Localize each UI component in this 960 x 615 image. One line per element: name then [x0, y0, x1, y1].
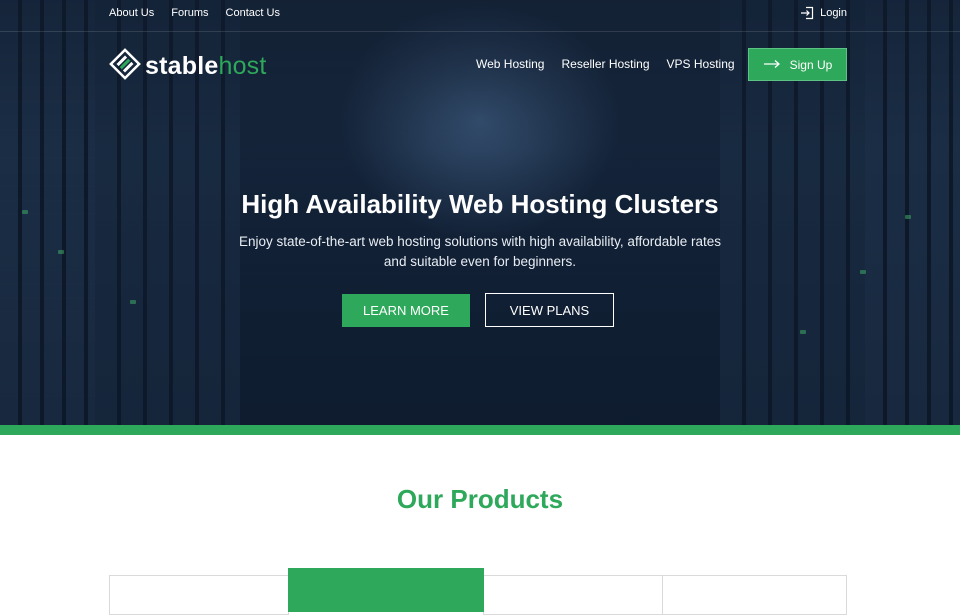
- hero-subtitle: Enjoy state-of-the-art web hosting solut…: [238, 234, 721, 269]
- nav-reseller-hosting[interactable]: Reseller Hosting: [561, 57, 649, 71]
- learn-more-button[interactable]: LEARN MORE: [342, 294, 470, 327]
- view-plans-button[interactable]: VIEW PLANS: [485, 293, 614, 327]
- sign-up-label: Sign Up: [789, 57, 833, 72]
- top-nav: About Us Forums Contact Us: [109, 7, 280, 19]
- top-bar: About Us Forums Contact Us Login: [0, 0, 960, 32]
- forums-link[interactable]: Forums: [171, 7, 208, 19]
- product-cards: [109, 568, 847, 615]
- server-light: [130, 300, 136, 304]
- brand-name-host: host: [218, 52, 267, 80]
- server-light: [860, 270, 866, 274]
- product-card-highlighted[interactable]: [288, 568, 484, 612]
- hero-title: High Availability Web Hosting Clusters: [241, 189, 719, 219]
- brand-name-stable: stable: [145, 52, 219, 80]
- hero-section: About Us Forums Contact Us Login stableh…: [0, 0, 960, 425]
- login-label: Login: [820, 7, 847, 19]
- product-card[interactable]: [483, 575, 663, 615]
- server-light: [800, 330, 806, 334]
- main-nav: Web Hosting Reseller Hosting VPS Hosting: [476, 57, 735, 71]
- main-header: stablehost Web Hosting Reseller Hosting …: [0, 46, 960, 84]
- nav-web-hosting[interactable]: Web Hosting: [476, 57, 544, 71]
- contact-us-link[interactable]: Contact Us: [226, 7, 280, 19]
- accent-divider: [0, 425, 960, 435]
- logo-mark-icon: [109, 48, 141, 85]
- login-icon: [800, 6, 814, 20]
- brand-logo[interactable]: stablehost: [109, 48, 267, 85]
- brand-name: stablehost: [145, 52, 267, 81]
- server-light: [58, 250, 64, 254]
- sign-up-button[interactable]: Sign Up: [748, 48, 847, 81]
- arrow-right-icon: [763, 58, 781, 72]
- product-card[interactable]: [109, 575, 289, 615]
- about-us-link[interactable]: About Us: [109, 7, 154, 19]
- products-title: Our Products: [396, 484, 564, 514]
- nav-vps-hosting[interactable]: VPS Hosting: [667, 57, 735, 71]
- login-link[interactable]: Login: [800, 6, 847, 20]
- product-card[interactable]: [662, 575, 847, 615]
